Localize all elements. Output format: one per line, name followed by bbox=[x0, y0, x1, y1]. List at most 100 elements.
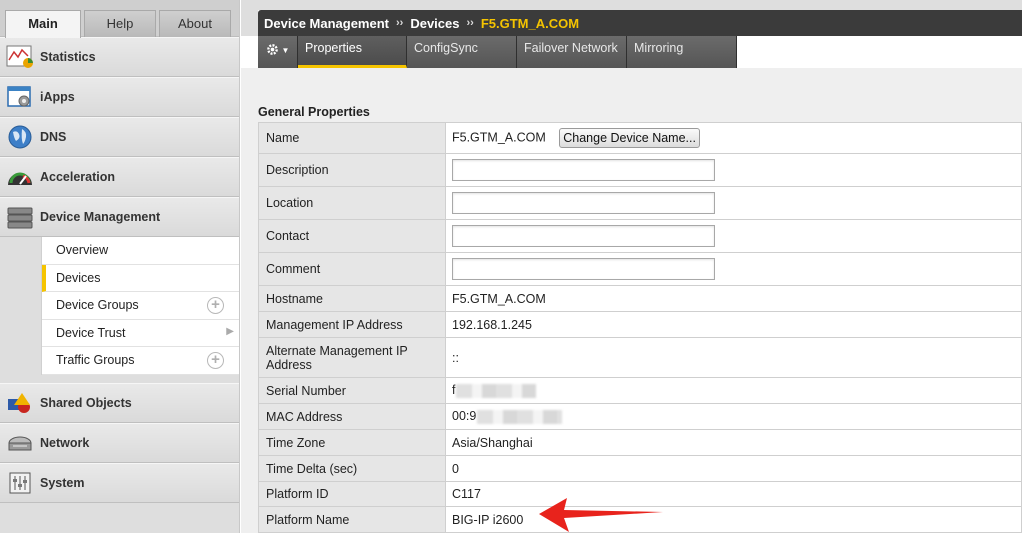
label-platform-name: Platform Name bbox=[258, 506, 446, 533]
nav-device-management[interactable]: Device Management bbox=[0, 197, 239, 237]
tab-about[interactable]: About bbox=[159, 10, 231, 37]
statistics-icon bbox=[6, 43, 34, 71]
value-time-zone: Asia/Shanghai bbox=[445, 429, 1022, 456]
chevron-right-icon: ▶ bbox=[226, 325, 234, 337]
submenu-label-overview: Overview bbox=[56, 243, 109, 258]
nav-label-system: System bbox=[40, 475, 85, 490]
nav-iapps[interactable]: iApps bbox=[0, 77, 239, 117]
annotation-arrow-icon bbox=[539, 498, 663, 532]
row-mac-address: MAC Address 00:9 bbox=[258, 403, 1022, 430]
value-platform-id: C117 bbox=[445, 481, 1022, 507]
system-icon bbox=[6, 469, 34, 497]
chevron-down-icon: ▼ bbox=[281, 46, 290, 55]
value-mac-address-cell: 00:9 bbox=[445, 403, 1022, 430]
submenu-item-device-groups[interactable]: Device Groups + bbox=[42, 292, 239, 320]
value-alternate-management-ip: :: bbox=[445, 337, 1022, 378]
label-time-delta: Time Delta (sec) bbox=[258, 455, 446, 482]
row-alternate-management-ip: Alternate Management IP Address :: bbox=[258, 337, 1022, 378]
value-mac-address: 00:9 bbox=[452, 409, 477, 424]
submenu-label-device-trust: Device Trust bbox=[56, 325, 126, 340]
section-title: General Properties bbox=[258, 105, 370, 119]
tab-properties[interactable]: Properties bbox=[298, 36, 407, 68]
value-serial-number: f bbox=[452, 383, 456, 398]
breadcrumb-device-management[interactable]: Device Management bbox=[264, 16, 389, 31]
label-platform-id: Platform ID bbox=[258, 481, 446, 507]
acceleration-gauge-icon bbox=[6, 163, 34, 191]
device-management-icon bbox=[6, 203, 34, 231]
tab-main[interactable]: Main bbox=[5, 10, 81, 38]
subtab-bar: ▼ Properties ConfigSync Failover Network… bbox=[258, 36, 737, 68]
nav-label-acceleration: Acceleration bbox=[40, 170, 116, 184]
label-comment: Comment bbox=[258, 252, 446, 286]
nav-label-device-management: Device Management bbox=[40, 210, 161, 224]
submenu-label-device-groups: Device Groups bbox=[56, 298, 139, 313]
sidebar: Main Help About Statistics iApps DNS Acc… bbox=[0, 0, 240, 533]
nav-label-network: Network bbox=[40, 435, 90, 450]
tab-help[interactable]: Help bbox=[84, 10, 156, 37]
nav-shared-objects[interactable]: Shared Objects bbox=[0, 382, 239, 423]
comment-input[interactable] bbox=[452, 258, 715, 280]
submenu-item-device-trust[interactable]: Device Trust ▶ bbox=[42, 320, 239, 347]
nav-network[interactable]: Network bbox=[0, 422, 239, 463]
value-name: F5.GTM_A.COM bbox=[452, 130, 546, 145]
shared-objects-icon bbox=[6, 389, 34, 417]
redacted-blur bbox=[477, 409, 563, 424]
add-traffic-group-icon[interactable]: + bbox=[207, 352, 224, 369]
label-serial-number: Serial Number bbox=[258, 377, 446, 404]
breadcrumb-current-device: F5.GTM_A.COM bbox=[480, 15, 580, 31]
contact-input[interactable] bbox=[452, 225, 715, 247]
label-contact: Contact bbox=[258, 219, 446, 253]
nav-system[interactable]: System bbox=[0, 462, 239, 503]
gear-icon bbox=[266, 43, 279, 59]
change-device-name-button[interactable]: Change Device Name... bbox=[559, 128, 700, 148]
submenu-item-overview[interactable]: Overview bbox=[42, 237, 239, 265]
label-name: Name bbox=[258, 122, 446, 154]
redacted-blur bbox=[456, 383, 537, 398]
device-management-submenu: Overview Devices Device Groups + Device … bbox=[41, 237, 239, 375]
value-management-ip: 192.168.1.245 bbox=[445, 311, 1022, 338]
general-properties-table: Name F5.GTM_A.COM Change Device Name... … bbox=[258, 122, 1022, 533]
add-device-group-icon[interactable]: + bbox=[207, 297, 224, 314]
nav-label-dns: DNS bbox=[40, 130, 67, 144]
nav-label-iapps: iApps bbox=[40, 90, 75, 104]
label-management-ip: Management IP Address bbox=[258, 311, 446, 338]
value-contact-cell bbox=[445, 219, 1022, 253]
label-mac-address: MAC Address bbox=[258, 403, 446, 430]
iapps-icon bbox=[6, 83, 34, 111]
row-time-zone: Time Zone Asia/Shanghai bbox=[258, 429, 1022, 456]
nav-statistics[interactable]: Statistics bbox=[0, 37, 239, 77]
row-contact: Contact bbox=[258, 219, 1022, 253]
submenu-label-devices: Devices bbox=[56, 270, 101, 285]
breadcrumb-devices[interactable]: Devices bbox=[410, 16, 459, 31]
tab-mirroring[interactable]: Mirroring bbox=[627, 36, 737, 68]
breadcrumb: Device Management ›› Devices ›› F5.GTM_A… bbox=[258, 10, 1022, 36]
submenu-item-traffic-groups[interactable]: Traffic Groups + bbox=[42, 347, 239, 375]
nav-label-shared-objects: Shared Objects bbox=[40, 395, 132, 410]
gear-menu-button[interactable]: ▼ bbox=[258, 36, 298, 68]
breadcrumb-separator: ›› bbox=[466, 17, 474, 29]
row-hostname: Hostname F5.GTM_A.COM bbox=[258, 285, 1022, 312]
submenu-item-devices[interactable]: Devices bbox=[42, 264, 239, 292]
nav-label-statistics: Statistics bbox=[40, 50, 96, 64]
tab-configsync[interactable]: ConfigSync bbox=[407, 36, 517, 68]
row-serial-number: Serial Number f bbox=[258, 377, 1022, 404]
header-top-strip bbox=[241, 0, 1022, 10]
value-hostname: F5.GTM_A.COM bbox=[445, 285, 1022, 312]
label-description: Description bbox=[258, 153, 446, 187]
value-serial-number-cell: f bbox=[445, 377, 1022, 404]
header-left-strip bbox=[241, 0, 258, 36]
nav-acceleration[interactable]: Acceleration bbox=[0, 157, 239, 197]
row-comment: Comment bbox=[258, 252, 1022, 286]
tab-failover-network[interactable]: Failover Network bbox=[517, 36, 627, 68]
value-name-cell: F5.GTM_A.COM Change Device Name... bbox=[445, 122, 1022, 154]
row-name: Name F5.GTM_A.COM Change Device Name... bbox=[258, 122, 1022, 154]
nav-dns[interactable]: DNS bbox=[0, 117, 239, 157]
row-management-ip: Management IP Address 192.168.1.245 bbox=[258, 311, 1022, 338]
value-platform-name: BIG-IP i2600 bbox=[445, 506, 1022, 533]
value-description-cell bbox=[445, 153, 1022, 187]
description-input[interactable] bbox=[452, 159, 715, 181]
row-location: Location bbox=[258, 186, 1022, 220]
label-alternate-management-ip: Alternate Management IP Address bbox=[258, 337, 446, 378]
top-tab-bar: Main Help About bbox=[0, 0, 239, 38]
location-input[interactable] bbox=[452, 192, 715, 214]
